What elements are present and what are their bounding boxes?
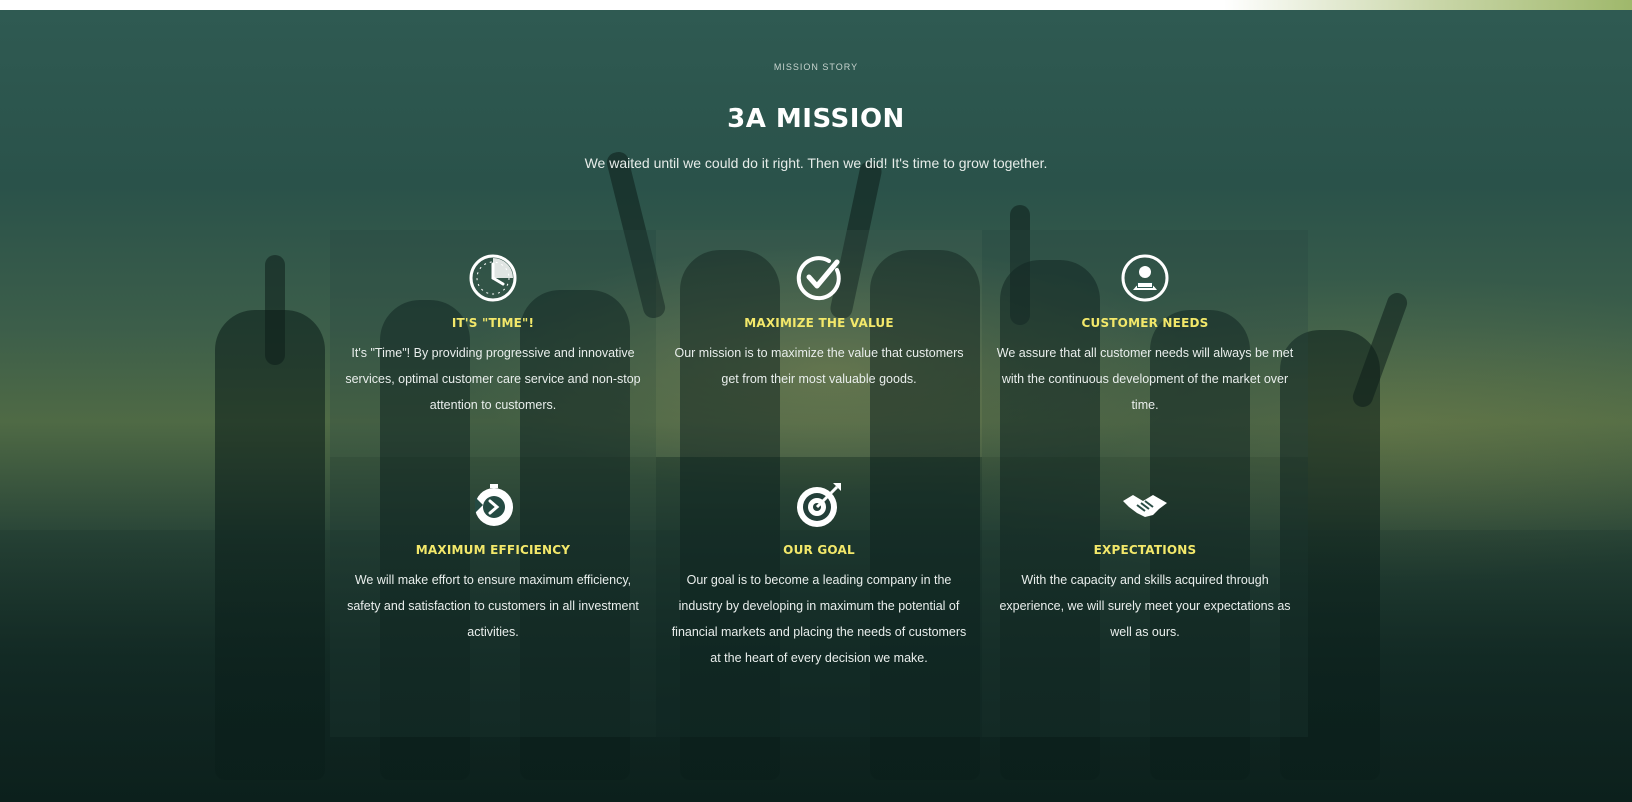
- mission-card: IT'S "TIME"! It's "Time"! By providing p…: [330, 230, 656, 457]
- section-eyebrow: MISSION STORY: [773, 62, 859, 72]
- mission-card: MAXIMIZE THE VALUE Our mission is to max…: [656, 230, 982, 457]
- clock-icon: [469, 254, 517, 302]
- mission-card: CUSTOMER NEEDS We assure that all custom…: [982, 230, 1308, 457]
- section-title: 3A MISSION: [727, 104, 905, 134]
- card-text: Our mission is to maximize the value tha…: [674, 346, 964, 386]
- target-icon: [797, 483, 841, 527]
- card-title: EXPECTATIONS: [1093, 543, 1197, 557]
- section-subtitle: We waited until we could do it right. Th…: [584, 155, 1048, 171]
- silhouette-background: [265, 255, 285, 365]
- card-text: Our goal is to become a leading company …: [671, 573, 967, 665]
- card-text: It's "Time"! By providing progressive an…: [345, 346, 641, 412]
- card-title: CUSTOMER NEEDS: [1081, 316, 1209, 330]
- card-title: IT'S "TIME"!: [451, 316, 535, 330]
- handshake-icon: [1123, 495, 1167, 517]
- mission-cards-grid: IT'S "TIME"! It's "Time"! By providing p…: [330, 230, 1308, 737]
- mission-card: EXPECTATIONS With the capacity and skill…: [982, 457, 1308, 737]
- stopwatch-icon: [475, 484, 513, 526]
- card-title: MAXIMUM EFFICIENCY: [415, 543, 571, 557]
- card-text: We assure that all customer needs will a…: [996, 346, 1294, 412]
- check-circle-icon: [796, 256, 841, 301]
- customer-support-icon: [1121, 254, 1169, 302]
- card-title: OUR GOAL: [783, 543, 855, 557]
- mission-card: MAXIMUM EFFICIENCY We will make effort t…: [330, 457, 656, 737]
- card-text: We will make effort to ensure maximum ef…: [347, 573, 639, 639]
- card-text: With the capacity and skills acquired th…: [999, 573, 1291, 639]
- top-bar: [0, 0, 1632, 10]
- mission-section: MISSION STORY 3A MISSION We waited until…: [0, 10, 1632, 802]
- card-title: MAXIMIZE THE VALUE: [744, 316, 894, 330]
- mission-card: OUR GOAL Our goal is to become a leading…: [656, 457, 982, 737]
